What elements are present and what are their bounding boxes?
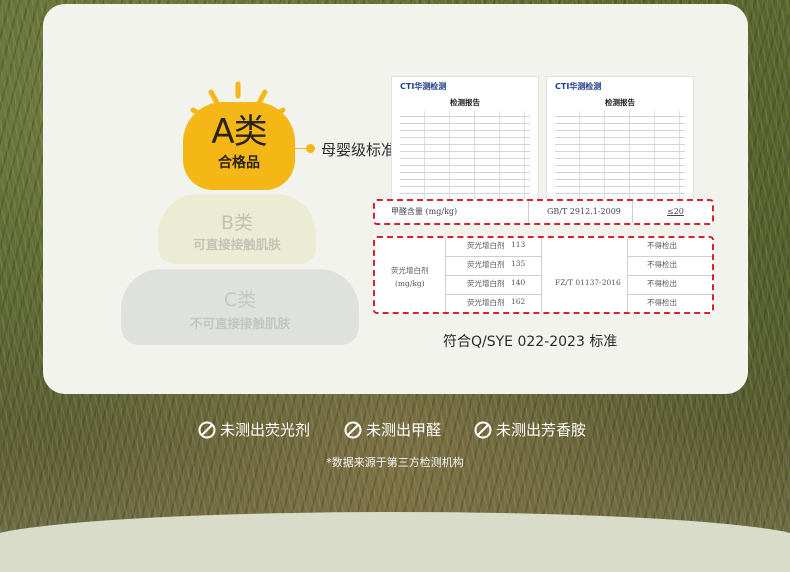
row-result: 不得检出 — [647, 279, 677, 288]
bottom-hill — [0, 512, 790, 572]
claims-row: 未测出荧光剂 未测出甲醛 未测出芳香胺 — [0, 418, 790, 442]
row-result: 不得检出 — [647, 260, 677, 269]
test-report-2: CTI华测检测 检测报告 — [546, 76, 694, 202]
row-value: 140 — [511, 278, 526, 287]
formaldehyde-table: 甲醛含量 (mg/kg) GB/T 2912.1-2009 ≤20 — [373, 199, 714, 225]
tier-c: C类 不可直接接触肌肤 — [121, 269, 359, 345]
tier-c-title: C类 — [223, 289, 257, 311]
fluorescent-standard: FZ/T 01137-2016 — [555, 278, 621, 287]
prohibited-icon — [344, 421, 362, 439]
report-logo: CTI华测检测 — [555, 82, 602, 91]
row-result: 不得检出 — [647, 298, 677, 307]
tier-a-subtitle: 合格品 — [218, 155, 260, 171]
row-result: 不得检出 — [647, 241, 677, 250]
claim-no-aromatic-amine: 未测出芳香胺 — [474, 418, 604, 442]
prohibited-icon — [474, 421, 492, 439]
standard-caption: 符合Q/SYE 022-2023 标准 — [443, 334, 618, 350]
formaldehyde-standard: GB/T 2912.1-2009 — [547, 207, 621, 216]
tier-b-title: B类 — [220, 212, 254, 234]
report-title: 检测报告 — [450, 98, 480, 107]
report-title: 检测报告 — [605, 98, 635, 107]
divider — [627, 256, 712, 257]
fluorescent-unit: (mg/kg) — [395, 279, 425, 288]
divider — [541, 238, 542, 312]
tier-b: B类 可直接接触肌肤 — [158, 194, 316, 264]
report-body — [555, 111, 685, 201]
row-value: 113 — [511, 240, 526, 249]
callout-dot — [306, 144, 315, 153]
prohibited-icon — [198, 421, 216, 439]
claim-no-formaldehyde: 未测出甲醛 — [344, 418, 459, 442]
divider — [445, 294, 541, 295]
claim-label: 未测出芳香胺 — [496, 421, 587, 439]
tier-a-title: A类 — [211, 112, 267, 152]
fluorescent-item: 荧光增白剂 — [391, 266, 429, 275]
row-name: 荧光增白剂 — [467, 298, 505, 307]
fluorescent-table: 荧光增白剂 (mg/kg) 荧光增白剂 113 荧光增白剂 135 荧光增白剂 … — [373, 236, 714, 314]
test-report-1: CTI华测检测 检测报告 — [391, 76, 539, 202]
row-name: 荧光增白剂 — [467, 279, 505, 288]
divider — [445, 256, 541, 257]
row-value: 162 — [511, 297, 526, 306]
report-logo: CTI华测检测 — [400, 82, 447, 91]
row-name: 荧光增白剂 — [467, 241, 505, 250]
row-value: 135 — [511, 259, 526, 268]
row-name: 荧光增白剂 — [467, 260, 505, 269]
divider — [627, 275, 712, 276]
tier-c-subtitle: 不可直接接触肌肤 — [189, 316, 290, 331]
claim-label: 未测出荧光剂 — [220, 421, 311, 439]
tier-a: A类 合格品 — [183, 102, 295, 190]
divider — [445, 275, 541, 276]
divider — [627, 294, 712, 295]
divider — [528, 201, 529, 223]
report-body — [400, 111, 530, 201]
formaldehyde-result: ≤20 — [667, 207, 684, 216]
tier-b-subtitle: 可直接接触肌肤 — [193, 237, 281, 252]
claim-label: 未测出甲醛 — [366, 421, 442, 439]
callout-label: 母婴级标准 — [321, 141, 397, 159]
formaldehyde-item: 甲醛含量 (mg/kg) — [391, 207, 458, 216]
footnote: *数据来源于第三方检测机构 — [326, 456, 464, 469]
claim-no-fluorescent: 未测出荧光剂 — [198, 418, 328, 442]
divider — [632, 201, 633, 223]
